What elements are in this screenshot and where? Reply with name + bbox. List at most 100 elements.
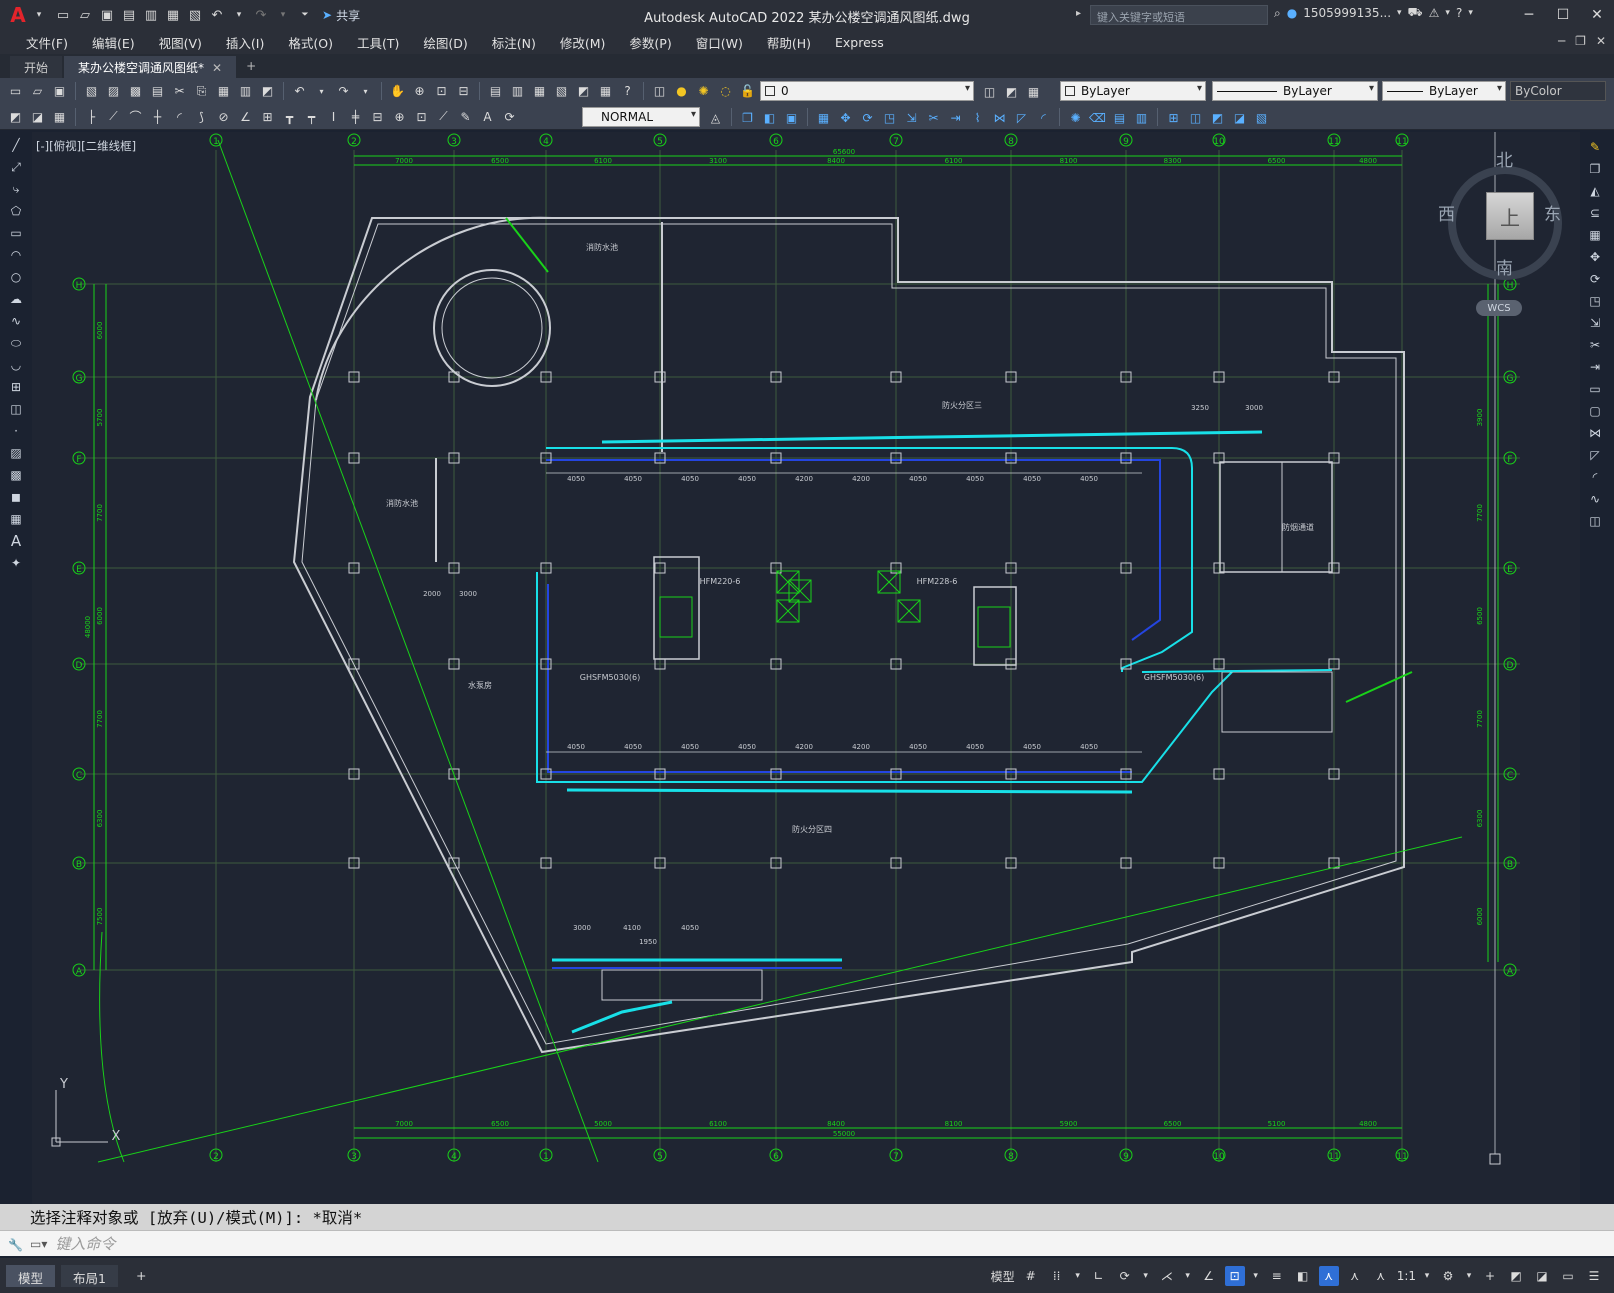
- fillet-icon[interactable]: ◜: [1034, 108, 1053, 127]
- compass-north[interactable]: 北: [1496, 146, 1513, 171]
- viewcube-top-face[interactable]: 上: [1486, 192, 1534, 240]
- stretch-icon[interactable]: ⇲: [902, 108, 921, 127]
- compass-west[interactable]: 西: [1438, 200, 1455, 225]
- plot-preview-icon[interactable]: ▨: [104, 82, 123, 101]
- dimstyle-icon[interactable]: ◬: [706, 108, 725, 127]
- maximize-icon[interactable]: ☐: [1546, 0, 1580, 30]
- explode-icon[interactable]: ◫: [1585, 512, 1605, 530]
- dim-edit-icon[interactable]: ✎: [456, 107, 475, 126]
- menu-parametric[interactable]: 参数(P): [617, 33, 683, 52]
- workspace-dropdown-icon[interactable]: ▾: [1464, 1266, 1474, 1286]
- tab-start[interactable]: 开始: [10, 56, 63, 78]
- tab-layout1[interactable]: 布局1: [61, 1264, 118, 1287]
- web-mobile-icon[interactable]: ▥: [142, 6, 160, 24]
- copy-obj-icon[interactable]: ❐: [738, 108, 757, 127]
- scale-icon[interactable]: ◳: [880, 108, 899, 127]
- point-icon[interactable]: ·: [6, 422, 26, 440]
- linear-dim-icon[interactable]: ├: [82, 107, 101, 126]
- spline-icon[interactable]: ∿: [6, 312, 26, 330]
- polar-dropdown-icon[interactable]: ▾: [1141, 1266, 1151, 1286]
- block-editor-icon[interactable]: ◩: [258, 82, 277, 101]
- break-icon[interactable]: ▢: [1585, 402, 1605, 420]
- search-input[interactable]: 键入关键字或短语: [1090, 5, 1268, 25]
- menu-tools[interactable]: 工具(T): [345, 33, 411, 52]
- scale-icon[interactable]: ◳: [1585, 292, 1605, 310]
- group-icon[interactable]: ▤: [1110, 108, 1129, 127]
- save-as-icon[interactable]: ▤: [120, 6, 138, 24]
- redo-dropdown-icon[interactable]: ▾: [356, 82, 375, 101]
- command-prompt-icon[interactable]: ▭▾: [30, 1237, 47, 1251]
- trim-icon[interactable]: ✂: [1585, 336, 1605, 354]
- layer-lock-icon[interactable]: 🔓: [738, 82, 757, 101]
- circle-icon[interactable]: ○: [6, 268, 26, 286]
- rotate-icon[interactable]: ⟳: [1585, 270, 1605, 288]
- continue-dim-icon[interactable]: ┯: [302, 107, 321, 126]
- mirror-icon[interactable]: ◧: [760, 108, 779, 127]
- user-dropdown-icon[interactable]: ▾: [1397, 8, 1402, 18]
- array-icon[interactable]: ▦: [814, 108, 833, 127]
- open-folder-icon[interactable]: ▱: [76, 6, 94, 24]
- break-icon[interactable]: ⌇: [968, 108, 987, 127]
- stretch-icon[interactable]: ⇲: [1585, 314, 1605, 332]
- expand-arrow-icon[interactable]: ▸: [1076, 8, 1081, 19]
- dim-text-edit-icon[interactable]: A: [478, 107, 497, 126]
- viewport-controls[interactable]: [-][俯视][二维线框]: [36, 138, 136, 154]
- break-point-icon[interactable]: ▭: [1585, 380, 1605, 398]
- offset-icon[interactable]: ▣: [782, 108, 801, 127]
- radius-dim-icon[interactable]: ◜: [170, 107, 189, 126]
- jogged-dim-icon[interactable]: ⟆: [192, 107, 211, 126]
- close-tab-icon[interactable]: ✕: [212, 61, 222, 75]
- open-icon[interactable]: ▱: [28, 82, 47, 101]
- redo-icon[interactable]: ↷: [252, 6, 270, 24]
- join-icon[interactable]: ⋈: [990, 108, 1009, 127]
- wcs-menu[interactable]: WCS: [1476, 300, 1522, 316]
- linetype-dropdown[interactable]: ByLayer ▾: [1212, 81, 1378, 101]
- move-icon[interactable]: ✥: [836, 108, 855, 127]
- paste-icon[interactable]: ▦: [214, 82, 233, 101]
- design-center-icon[interactable]: ▥: [508, 82, 527, 101]
- object-snap-tracking-icon[interactable]: ∠: [1199, 1266, 1219, 1286]
- close-icon[interactable]: ✕: [1580, 0, 1614, 30]
- new-tab-button[interactable]: +: [238, 56, 264, 78]
- compass-south[interactable]: 南: [1496, 254, 1513, 279]
- user-name[interactable]: 1505999135...: [1303, 6, 1391, 20]
- layer-properties-icon[interactable]: ◫: [650, 82, 669, 101]
- angular-dim-icon[interactable]: ∠: [236, 107, 255, 126]
- chamfer-icon[interactable]: ◸: [1012, 108, 1031, 127]
- tab-model[interactable]: 模型: [6, 1264, 56, 1287]
- tool-palettes-icon[interactable]: ▦: [530, 82, 549, 101]
- jogged-linear-icon[interactable]: ⟋: [434, 107, 453, 126]
- center-mark-icon[interactable]: ⊕: [390, 107, 409, 126]
- polar-icon[interactable]: ⟳: [1115, 1266, 1135, 1286]
- annotation-scale-icon[interactable]: ⋏: [1371, 1266, 1391, 1286]
- menu-view[interactable]: 视图(V): [147, 33, 214, 52]
- join-icon[interactable]: ⋈: [1585, 424, 1605, 442]
- plot-icon[interactable]: ▧: [82, 82, 101, 101]
- arc-icon[interactable]: ◠: [6, 246, 26, 264]
- xref-icon[interactable]: ◪: [1230, 108, 1249, 127]
- qnew-icon[interactable]: ▭: [6, 82, 25, 101]
- snap-dropdown-icon[interactable]: ▾: [1073, 1266, 1083, 1286]
- tab-drawing[interactable]: 某办公楼空调通风图纸* ✕: [64, 56, 237, 78]
- copy-icon[interactable]: ⎘: [192, 82, 211, 101]
- snap-icon[interactable]: ⁞⁞: [1047, 1266, 1067, 1286]
- tool-icon[interactable]: ◩: [6, 107, 25, 126]
- ellipse-arc-icon[interactable]: ◡: [6, 356, 26, 374]
- menu-dimension[interactable]: 标注(N): [480, 33, 548, 52]
- fillet-icon[interactable]: ◜: [1585, 468, 1605, 486]
- polygon-icon[interactable]: ⬠: [6, 202, 26, 220]
- layer-viewport-icon[interactable]: ◌: [716, 82, 735, 101]
- dim-space-icon[interactable]: Ⅰ: [324, 107, 343, 126]
- array-icon[interactable]: ▦: [1585, 226, 1605, 244]
- dimstyle-dropdown[interactable]: NORMAL ▾: [582, 107, 700, 127]
- add-selected-icon[interactable]: ✦: [6, 554, 26, 572]
- gradient-icon[interactable]: ▩: [6, 466, 26, 484]
- properties-icon[interactable]: ▤: [486, 82, 505, 101]
- dropdown-arrow-icon[interactable]: ▾: [30, 6, 48, 24]
- drawing-canvas[interactable]: 1 2 2 3 3 4 4 1 5 5 6 6 7 7 8 8 9 9 10 10 11 11 11 11 H H G G F F E E D D…: [32, 132, 1580, 1204]
- trim-icon[interactable]: ✂: [924, 108, 943, 127]
- save-icon[interactable]: ▣: [50, 82, 69, 101]
- polyline-icon[interactable]: ⤷: [6, 180, 26, 198]
- lineweight-icon[interactable]: ≡: [1267, 1266, 1287, 1286]
- grid-icon[interactable]: #: [1021, 1266, 1041, 1286]
